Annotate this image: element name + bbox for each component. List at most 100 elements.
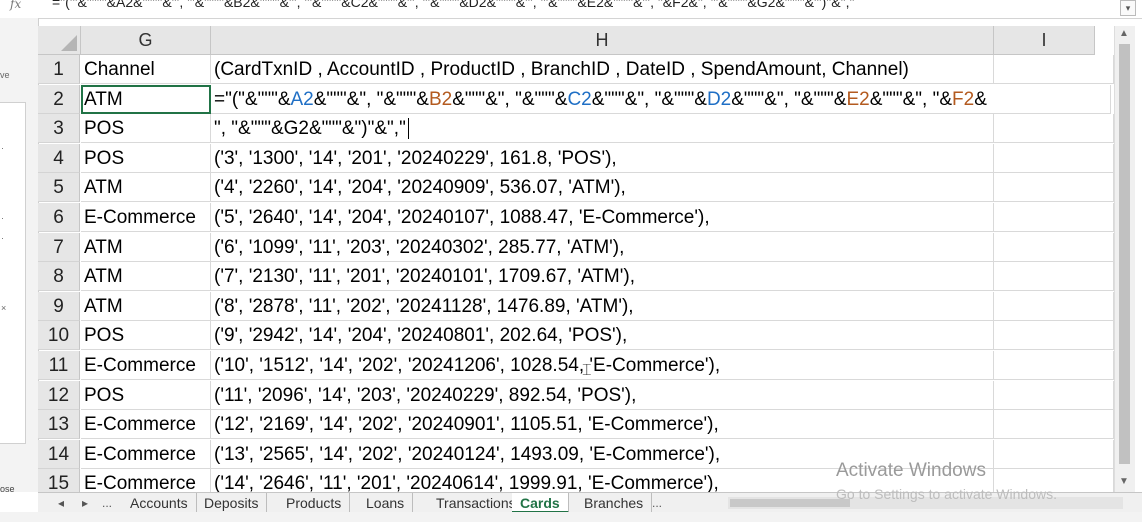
tab-scroll-right-icon[interactable]: ▸ — [82, 493, 88, 513]
sheet-tab-transactions[interactable]: Transactions — [428, 493, 525, 513]
row-header[interactable]: 8 — [38, 262, 80, 291]
cell-h[interactable]: ('5', '2640', '14', '204', '20240107', 1… — [211, 203, 994, 232]
cell-i[interactable] — [994, 203, 1114, 232]
cell-g[interactable]: ATM — [81, 85, 211, 114]
cell-i[interactable] — [994, 233, 1114, 262]
tab-scroll-left-icon[interactable]: ◂ — [58, 493, 64, 513]
cell-i[interactable] — [994, 173, 1114, 202]
cell-reference: E2 — [846, 89, 870, 110]
cell-i[interactable] — [994, 440, 1114, 469]
vertical-scrollbar[interactable]: ▲ ▼ — [1114, 26, 1135, 492]
cell-h[interactable]: ('6', '1099', '11', '203', '20240302', 2… — [211, 233, 994, 262]
column-header-i[interactable]: I — [994, 26, 1095, 55]
sheet-tab-loans[interactable]: Loans — [358, 493, 414, 513]
select-all-button[interactable] — [38, 26, 81, 55]
activation-watermark-title: Activate Windows — [836, 460, 986, 481]
cell-i[interactable] — [994, 381, 1114, 410]
row-header[interactable]: 13 — [38, 410, 80, 439]
cell-h[interactable]: ('4', '2260', '14', '204', '20240909', 5… — [211, 173, 994, 202]
expand-formula-bar-icon[interactable]: ▾ — [1120, 0, 1136, 16]
cell-i[interactable] — [994, 55, 1114, 84]
pane-close-icon[interactable]: × — [1, 303, 6, 313]
formula-fragment: &"""&", "&"""& — [731, 89, 847, 110]
cell-g[interactable]: E-Commerce — [81, 203, 211, 232]
status-bar — [0, 512, 1142, 522]
function-icon[interactable]: fx — [10, 0, 21, 11]
sheet-tab-deposits[interactable]: Deposits — [196, 493, 268, 513]
cell-h[interactable]: ('9', '2942', '14', '204', '20240801', 2… — [211, 321, 994, 350]
cell-h[interactable]: ('7', '2130', '11', '201', '20240101', 1… — [211, 262, 994, 291]
row-header[interactable]: 5 — [38, 173, 80, 202]
cell-g[interactable]: E-Commerce — [81, 440, 211, 469]
column-header-g[interactable]: G — [81, 26, 211, 55]
cell-g[interactable]: POS — [81, 114, 211, 143]
formula-fragment: &"""&", "&"""& — [313, 89, 429, 110]
row-header[interactable]: 3 — [38, 114, 80, 143]
cell-i[interactable] — [994, 114, 1114, 143]
cell-h[interactable]: (CardTxnID , AccountID , ProductID , Bra… — [211, 55, 994, 84]
tab-ellipsis-right[interactable]: ... — [652, 493, 662, 513]
scroll-thumb[interactable] — [1119, 44, 1130, 464]
row-header[interactable]: 12 — [38, 381, 80, 410]
cell-h-editing[interactable]: ="("&"""&A2&"""&", "&"""&B2&"""&", "&"""… — [211, 85, 1111, 114]
sheet-tab-products[interactable]: Products — [278, 493, 351, 513]
cell-g[interactable]: E-Commerce — [81, 351, 211, 380]
formula-text[interactable]: ="('"&""""&A2&""""&"', '"&""""&B2&""""&"… — [52, 0, 854, 10]
cell-g[interactable]: E-Commerce — [81, 410, 211, 439]
hscroll-thumb[interactable] — [730, 499, 850, 507]
cell-h[interactable]: ('10', '1512', '14', '202', '20241206', … — [211, 351, 994, 380]
cell-g[interactable]: ATM — [81, 292, 211, 321]
cell-reference: F2 — [952, 89, 975, 110]
cell-i[interactable] — [994, 410, 1114, 439]
tab-ellipsis-left[interactable]: ... — [102, 493, 112, 513]
column-header-h[interactable]: H — [211, 26, 994, 55]
pane-dot: · — [1, 213, 4, 223]
formula-fragment: &"""&", "&"""& — [452, 89, 568, 110]
cell-g[interactable]: POS — [81, 321, 211, 350]
formula-fragment: &"""&", "& — [869, 89, 953, 110]
row-header[interactable]: 14 — [38, 440, 80, 469]
row-header[interactable]: 6 — [38, 203, 80, 232]
sheet-tab-cards[interactable]: Cards — [512, 493, 569, 513]
formula-fragment: ="("&"""& — [214, 89, 291, 110]
cell-g[interactable]: ATM — [81, 173, 211, 202]
cell-g[interactable]: POS — [81, 144, 211, 173]
cell-reference: C2 — [567, 89, 592, 110]
scroll-down-icon[interactable]: ▼ — [1119, 476, 1129, 487]
formula-fragment: & — [974, 89, 987, 110]
cell-g[interactable]: ATM — [81, 262, 211, 291]
pane-card: · · · × — [0, 102, 26, 444]
row-header[interactable]: 1 — [38, 55, 80, 84]
cell-i[interactable] — [994, 351, 1114, 380]
cell-reference: A2 — [290, 89, 314, 110]
cell-g[interactable]: ATM — [81, 233, 211, 262]
cell-i[interactable] — [994, 144, 1114, 173]
cell-h[interactable]: ('11', '2096', '14', '203', '20240229', … — [211, 381, 994, 410]
formula-bar[interactable]: fx ="('"&""""&A2&""""&"', '"&""""&B2&"""… — [0, 0, 1142, 19]
task-pane: ve · · · × ose — [0, 18, 39, 494]
pane-text-bottom: ose — [0, 484, 15, 494]
row-header[interactable]: 11 — [38, 351, 80, 380]
cell-i[interactable] — [994, 262, 1114, 291]
cell-i[interactable] — [994, 321, 1114, 350]
cell-h[interactable]: ('3', '1300', '14', '201', '20240229', 1… — [211, 144, 994, 173]
cell-h[interactable]: ('12', '2169', '14', '202', '20240901', … — [211, 410, 994, 439]
pane-dot: · — [1, 233, 4, 243]
pane-dot: · — [1, 143, 4, 153]
cell-g[interactable]: Channel — [81, 55, 211, 84]
sheet-tab-branches[interactable]: Branches — [576, 493, 653, 513]
row-header[interactable]: 4 — [38, 144, 80, 173]
cell-h[interactable]: ", "&"""&G2&"""&")"&"," — [211, 114, 994, 143]
cell-reference: B2 — [428, 89, 453, 110]
cell-h[interactable]: ('8', '2878', '11', '202', '20241128', 1… — [211, 292, 994, 321]
row-header[interactable]: 10 — [38, 321, 80, 350]
row-header[interactable]: 7 — [38, 233, 80, 262]
scroll-up-icon[interactable]: ▲ — [1119, 28, 1129, 39]
cell-i[interactable] — [994, 292, 1114, 321]
cell-g[interactable]: POS — [81, 381, 211, 410]
mouse-cursor-icon: ⌶ — [582, 362, 592, 379]
row-header[interactable]: 2 — [38, 85, 80, 114]
sheet-tab-accounts[interactable]: Accounts — [122, 493, 197, 513]
cell-reference: D2 — [706, 89, 732, 110]
row-header[interactable]: 9 — [38, 292, 80, 321]
